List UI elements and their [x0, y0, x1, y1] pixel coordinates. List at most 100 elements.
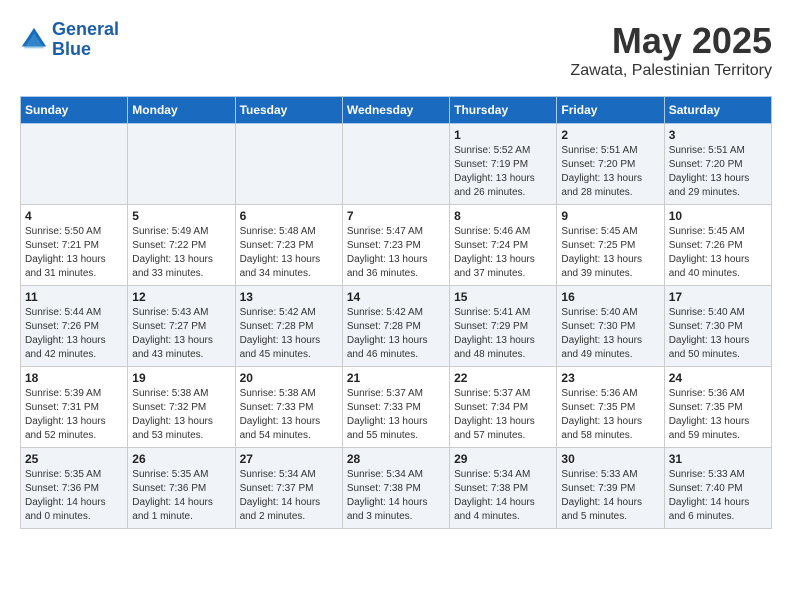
day-header-tuesday: Tuesday — [235, 97, 342, 124]
day-detail: Sunrise: 5:41 AM Sunset: 7:29 PM Dayligh… — [454, 306, 552, 362]
day-detail: Sunrise: 5:43 AM Sunset: 7:27 PM Dayligh… — [132, 306, 230, 362]
calendar-cell: 14 Sunrise: 5:42 AM Sunset: 7:28 PM Dayli… — [342, 286, 449, 367]
calendar-cell: 31 Sunrise: 5:33 AM Sunset: 7:40 PM Dayli… — [664, 448, 771, 529]
calendar-cell: 19 Sunrise: 5:38 AM Sunset: 7:32 PM Dayli… — [128, 367, 235, 448]
day-detail: Sunrise: 5:38 AM Sunset: 7:32 PM Dayligh… — [132, 387, 230, 443]
calendar-cell: 25 Sunrise: 5:35 AM Sunset: 7:36 PM Dayli… — [21, 448, 128, 529]
day-detail: Sunrise: 5:46 AM Sunset: 7:24 PM Dayligh… — [454, 225, 552, 281]
day-header-sunday: Sunday — [21, 97, 128, 124]
day-detail: Sunrise: 5:51 AM Sunset: 7:20 PM Dayligh… — [561, 144, 659, 200]
day-number: 11 — [25, 290, 123, 304]
calendar-cell: 13Sunrise: 5:42 AM Sunset: 7:28 PM Dayli… — [235, 286, 342, 367]
day-number: 29 — [454, 452, 552, 466]
day-header-monday: Monday — [128, 97, 235, 124]
calendar-cell — [235, 124, 342, 205]
calendar-cell: 15Sunrise: 5:41 AM Sunset: 7:29 PM Dayli… — [450, 286, 557, 367]
day-header-friday: Friday — [557, 97, 664, 124]
calendar-cell: 20Sunrise: 5:38 AM Sunset: 7:33 PM Dayli… — [235, 367, 342, 448]
day-detail: Sunrise: 5:45 AM Sunset: 7:25 PM Dayligh… — [561, 225, 659, 281]
day-number: 12 — [132, 290, 230, 304]
calendar-cell: 9Sunrise: 5:45 AM Sunset: 7:25 PM Daylig… — [557, 205, 664, 286]
day-detail: Sunrise: 5:35 AM Sunset: 7:36 PM Dayligh… — [25, 468, 123, 524]
logo-text: General Blue — [52, 20, 119, 60]
day-detail: Sunrise: 5:42 AM Sunset: 7:28 PM Dayligh… — [240, 306, 338, 362]
day-header-thursday: Thursday — [450, 97, 557, 124]
calendar-cell: 5Sunrise: 5:49 AM Sunset: 7:22 PM Daylig… — [128, 205, 235, 286]
day-detail: Sunrise: 5:51 AM Sunset: 7:20 PM Dayligh… — [669, 144, 767, 200]
day-detail: Sunrise: 5:52 AM Sunset: 7:19 PM Dayligh… — [454, 144, 552, 200]
day-number: 26 — [132, 452, 230, 466]
calendar-cell: 27 Sunrise: 5:34 AM Sunset: 7:37 PM Dayli… — [235, 448, 342, 529]
day-detail: Sunrise: 5:33 AM Sunset: 7:40 PM Dayligh… — [669, 468, 767, 524]
main-title: May 2025 — [570, 20, 772, 62]
day-number: 19 — [132, 371, 230, 385]
day-number: 1 — [454, 128, 552, 142]
calendar-cell: 26Sunrise: 5:35 AM Sunset: 7:36 PM Dayli… — [128, 448, 235, 529]
calendar-cell: 11 Sunrise: 5:44 AM Sunset: 7:26 PM Dayli… — [21, 286, 128, 367]
day-number: 8 — [454, 209, 552, 223]
day-detail: Sunrise: 5:37 AM Sunset: 7:33 PM Dayligh… — [347, 387, 445, 443]
calendar-cell: 18Sunrise: 5:39 AM Sunset: 7:31 PM Dayli… — [21, 367, 128, 448]
day-number: 4 — [25, 209, 123, 223]
day-detail: Sunrise: 5:50 AM Sunset: 7:21 PM Dayligh… — [25, 225, 123, 281]
day-number: 5 — [132, 209, 230, 223]
day-number: 27 — [240, 452, 338, 466]
week-row-2: 4 Sunrise: 5:50 AM Sunset: 7:21 PM Daylig… — [21, 205, 772, 286]
subtitle: Zawata, Palestinian Territory — [570, 62, 772, 80]
day-detail: Sunrise: 5:40 AM Sunset: 7:30 PM Dayligh… — [561, 306, 659, 362]
day-detail: Sunrise: 5:36 AM Sunset: 7:35 PM Dayligh… — [669, 387, 767, 443]
calendar-cell: 28 Sunrise: 5:34 AM Sunset: 7:38 PM Dayli… — [342, 448, 449, 529]
calendar-cell: 4 Sunrise: 5:50 AM Sunset: 7:21 PM Daylig… — [21, 205, 128, 286]
day-detail: Sunrise: 5:42 AM Sunset: 7:28 PM Dayligh… — [347, 306, 445, 362]
calendar-cell: 29Sunrise: 5:34 AM Sunset: 7:38 PM Dayli… — [450, 448, 557, 529]
day-number: 2 — [561, 128, 659, 142]
day-number: 21 — [347, 371, 445, 385]
header-row: SundayMondayTuesdayWednesdayThursdayFrid… — [21, 97, 772, 124]
day-number: 10 — [669, 209, 767, 223]
day-detail: Sunrise: 5:33 AM Sunset: 7:39 PM Dayligh… — [561, 468, 659, 524]
calendar-cell: 16 Sunrise: 5:40 AM Sunset: 7:30 PM Dayli… — [557, 286, 664, 367]
day-header-saturday: Saturday — [664, 97, 771, 124]
calendar-cell: 8 Sunrise: 5:46 AM Sunset: 7:24 PM Daylig… — [450, 205, 557, 286]
day-detail: Sunrise: 5:34 AM Sunset: 7:38 PM Dayligh… — [347, 468, 445, 524]
calendar-cell: 23 Sunrise: 5:36 AM Sunset: 7:35 PM Dayli… — [557, 367, 664, 448]
day-detail: Sunrise: 5:36 AM Sunset: 7:35 PM Dayligh… — [561, 387, 659, 443]
day-detail: Sunrise: 5:37 AM Sunset: 7:34 PM Dayligh… — [454, 387, 552, 443]
week-row-4: 18Sunrise: 5:39 AM Sunset: 7:31 PM Dayli… — [21, 367, 772, 448]
day-number: 23 — [561, 371, 659, 385]
calendar-cell: 2 Sunrise: 5:51 AM Sunset: 7:20 PM Daylig… — [557, 124, 664, 205]
day-number: 31 — [669, 452, 767, 466]
calendar-cell: 12 Sunrise: 5:43 AM Sunset: 7:27 PM Dayli… — [128, 286, 235, 367]
week-row-1: 1 Sunrise: 5:52 AM Sunset: 7:19 PM Daylig… — [21, 124, 772, 205]
day-detail: Sunrise: 5:44 AM Sunset: 7:26 PM Dayligh… — [25, 306, 123, 362]
calendar-cell: 17 Sunrise: 5:40 AM Sunset: 7:30 PM Dayli… — [664, 286, 771, 367]
day-number: 28 — [347, 452, 445, 466]
calendar-cell: 3 Sunrise: 5:51 AM Sunset: 7:20 PM Daylig… — [664, 124, 771, 205]
day-number: 22 — [454, 371, 552, 385]
day-number: 25 — [25, 452, 123, 466]
day-detail: Sunrise: 5:48 AM Sunset: 7:23 PM Dayligh… — [240, 225, 338, 281]
logo-icon — [20, 26, 48, 54]
day-number: 3 — [669, 128, 767, 142]
day-detail: Sunrise: 5:45 AM Sunset: 7:26 PM Dayligh… — [669, 225, 767, 281]
day-detail: Sunrise: 5:34 AM Sunset: 7:37 PM Dayligh… — [240, 468, 338, 524]
day-detail: Sunrise: 5:38 AM Sunset: 7:33 PM Dayligh… — [240, 387, 338, 443]
day-detail: Sunrise: 5:40 AM Sunset: 7:30 PM Dayligh… — [669, 306, 767, 362]
calendar-cell: 30Sunrise: 5:33 AM Sunset: 7:39 PM Dayli… — [557, 448, 664, 529]
day-number: 17 — [669, 290, 767, 304]
week-row-5: 25 Sunrise: 5:35 AM Sunset: 7:36 PM Dayli… — [21, 448, 772, 529]
calendar-cell: 24Sunrise: 5:36 AM Sunset: 7:35 PM Dayli… — [664, 367, 771, 448]
logo: General Blue — [20, 20, 119, 60]
page-header: General Blue May 2025 Zawata, Palestinia… — [20, 20, 772, 80]
week-row-3: 11 Sunrise: 5:44 AM Sunset: 7:26 PM Dayli… — [21, 286, 772, 367]
day-number: 16 — [561, 290, 659, 304]
day-number: 14 — [347, 290, 445, 304]
calendar-cell: 6 Sunrise: 5:48 AM Sunset: 7:23 PM Daylig… — [235, 205, 342, 286]
calendar-cell — [21, 124, 128, 205]
calendar-table: SundayMondayTuesdayWednesdayThursdayFrid… — [20, 96, 772, 529]
title-block: May 2025 Zawata, Palestinian Territory — [570, 20, 772, 80]
calendar-cell — [342, 124, 449, 205]
day-number: 6 — [240, 209, 338, 223]
calendar-cell: 21 Sunrise: 5:37 AM Sunset: 7:33 PM Dayli… — [342, 367, 449, 448]
day-detail: Sunrise: 5:47 AM Sunset: 7:23 PM Dayligh… — [347, 225, 445, 281]
